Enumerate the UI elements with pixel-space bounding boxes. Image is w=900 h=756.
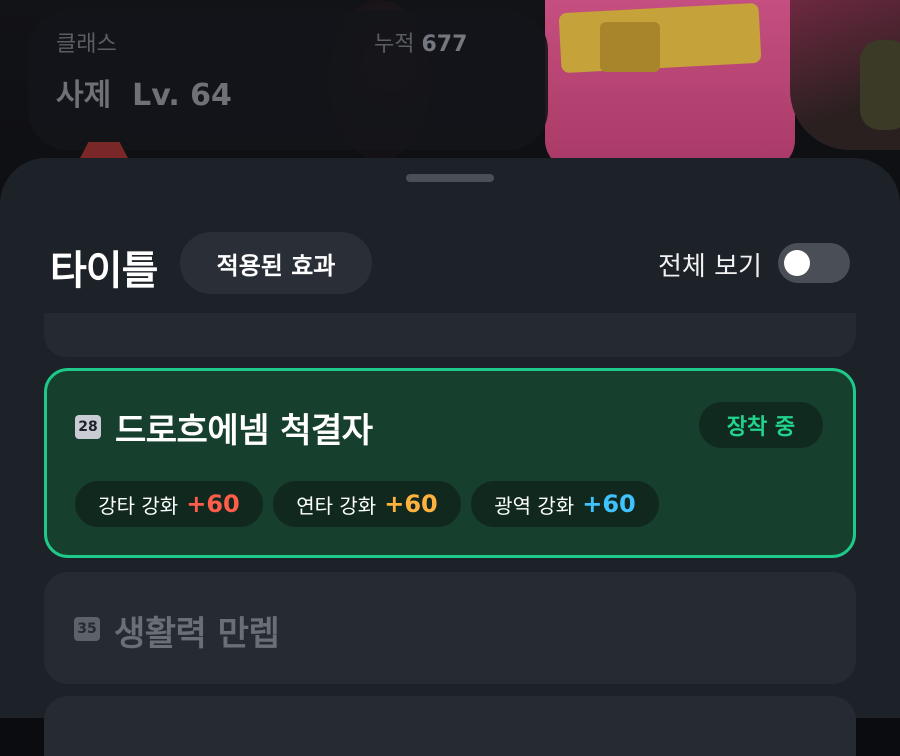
title-card-equipped[interactable]: 28 드로흐에넴 척결자 장착 중 강타 강화 +60 연타 강화 +60 광역… (44, 368, 856, 558)
applied-effects-button[interactable]: 적용된 효과 (180, 232, 372, 294)
title-card[interactable]: 35 생활력 만렙 (44, 572, 856, 684)
title-bottom-sheet: 타이틀 적용된 효과 전체 보기 28 드로흐에넴 척결자 장착 중 강타 강화… (0, 158, 900, 756)
view-all-label: 전체 보기 (658, 252, 762, 282)
sheet-drag-handle[interactable] (406, 174, 494, 182)
stat-chip-combo: 연타 강화 +60 (273, 481, 461, 527)
view-all-toggle[interactable] (778, 243, 850, 283)
title-card-previous[interactable] (44, 313, 856, 357)
title-number-badge: 28 (75, 415, 101, 439)
profile-info-card: 클래스 누적 677 사제 Lv. 64 (28, 10, 548, 150)
class-label: 클래스 (56, 32, 117, 57)
character-belt-image (558, 2, 762, 74)
total-value: 677 (421, 32, 468, 57)
stat-name: 연타 강화 (296, 493, 377, 518)
stat-bonus: +60 (186, 490, 240, 518)
stat-name: 광역 강화 (494, 493, 575, 518)
total-label-text: 누적 (374, 32, 415, 57)
title-card-partial[interactable] (44, 696, 856, 756)
class-value: 사제 Lv. 64 (56, 78, 232, 113)
title-name: 드로흐에넴 척결자 (115, 411, 373, 451)
title-number-badge: 35 (74, 617, 100, 641)
title-name: 생활력 만렙 (114, 614, 280, 654)
sheet-title: 타이틀 (50, 248, 158, 294)
stat-chip-area: 광역 강화 +60 (471, 481, 659, 527)
character-pouch-image (600, 22, 660, 72)
character-arm-image (860, 40, 900, 130)
stat-bonus: +60 (582, 490, 636, 518)
equipped-status-badge: 장착 중 (699, 402, 823, 448)
toggle-knob (784, 250, 810, 276)
stat-chip-strike: 강타 강화 +60 (75, 481, 263, 527)
stat-name: 강타 강화 (98, 493, 179, 518)
stat-bonus: +60 (384, 490, 438, 518)
total-label: 누적 677 (374, 26, 467, 58)
